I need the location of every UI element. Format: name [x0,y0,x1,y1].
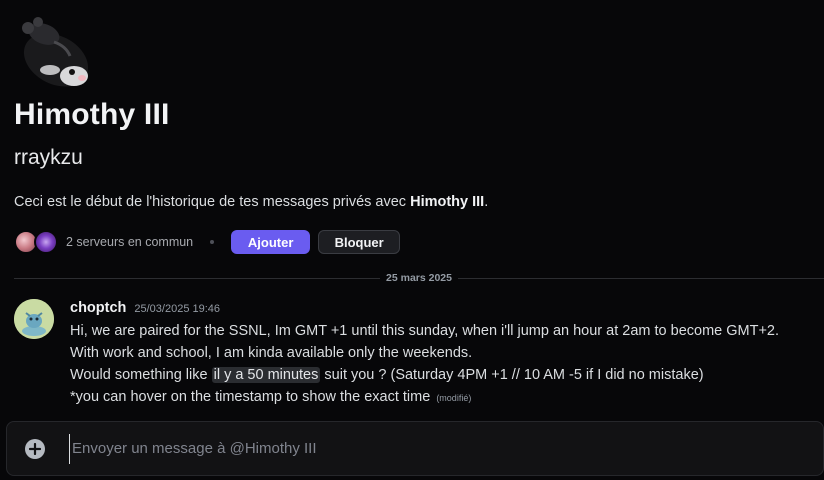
message-author[interactable]: choptch [70,300,126,316]
message-input[interactable] [69,433,823,464]
message-content: Hi, we are paired for the SSNL, Im GMT +… [70,320,820,409]
profile-avatar[interactable] [14,12,94,92]
add-friend-button[interactable]: Ajouter [231,230,311,254]
message-header: choptch 25/03/2025 19:46 [70,300,220,316]
edited-marker: (modifié) [436,393,472,403]
dm-intro-text: Ceci est le début de l'historique de tes… [14,194,488,210]
message-text: *you can hover on the timestamp to show … [70,389,431,405]
message-line: *you can hover on the timestamp to show … [70,386,820,409]
message-timestamp[interactable]: 25/03/2025 19:46 [134,303,220,315]
divider-date: 25 mars 2025 [386,272,452,284]
mutual-servers-link[interactable]: 2 serveurs en commun [66,235,193,249]
block-button[interactable]: Bloquer [318,230,401,254]
creature-avatar-icon [14,299,54,339]
message-text: suit you ? (Saturday 4PM +1 // 10 AM -5 … [320,367,704,383]
divider-line-left [14,277,381,279]
plus-icon [29,442,41,455]
add-attachment-button[interactable] [25,438,45,459]
message-line: With work and school, I am kinda availab… [70,345,473,361]
separator-dot [210,240,215,244]
inline-timestamp[interactable]: il y a 50 minutes [211,367,321,383]
profile-display-name: Himothy III [14,98,170,131]
date-divider: 25 mars 2025 [14,270,824,286]
mutual-server-icons[interactable] [14,230,60,254]
mutual-servers-row: 2 serveurs en commun Ajouter Bloquer [14,230,401,254]
intro-suffix: . [484,194,489,210]
message-composer [6,421,824,476]
server-icon-purple[interactable] [34,230,58,254]
message-text: Would something like [70,367,212,383]
dm-page: Himothy III rraykzu Ceci est le début de… [0,0,824,480]
message-line: Would something like il y a 50 minutes s… [70,364,820,386]
hamster-plush-avatar-icon [22,17,89,87]
profile-username: rraykzu [14,146,83,169]
divider-line-right [458,277,824,279]
intro-name: Himothy III [410,194,485,210]
intro-prefix: Ceci est le début de l'historique de tes… [14,194,411,210]
message-line: Hi, we are paired for the SSNL, Im GMT +… [70,323,780,339]
message-author-avatar[interactable] [14,299,54,339]
